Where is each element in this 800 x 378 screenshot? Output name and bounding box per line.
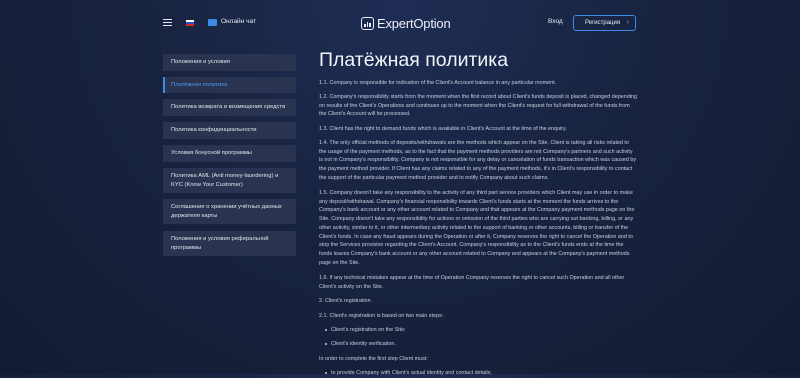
logo-text: ExpertOption <box>377 15 451 31</box>
top-header: Онлайн чат ExpertOption Вход Регистрация… <box>0 0 800 46</box>
menu-icon[interactable] <box>163 19 172 26</box>
list-item: Client's registration on the Site; <box>324 327 406 333</box>
sidebar-item-refund-policy[interactable]: Политика возврата и возмещения средств <box>163 99 296 116</box>
login-link[interactable]: Вход <box>548 18 563 25</box>
paragraph-1-2: 1.2. Company's responsibility starts fro… <box>319 94 637 118</box>
logo-icon <box>361 16 374 30</box>
list-item: to provide Company with Client's actual … <box>325 370 492 376</box>
register-button[interactable]: Регистрация › <box>573 15 636 31</box>
language-flag-icon[interactable] <box>186 20 194 26</box>
paragraph-1-1: 1.1. Company is responsible for indicati… <box>319 80 557 86</box>
list-item: Client's identity verification. <box>325 341 396 347</box>
sidebar-item-terms[interactable]: Положения и условия <box>163 54 296 71</box>
sidebar-item-payment-policy[interactable]: Платёжная политика <box>163 77 296 93</box>
page-title: Платёжная политика <box>319 49 509 71</box>
paragraph-2-1-intro: In order to complete the first step Clie… <box>319 356 428 362</box>
logo[interactable]: ExpertOption <box>361 15 451 31</box>
paragraph-1-3: 1.3. Client has the right to demand fund… <box>319 126 567 132</box>
section-heading-2: 2. Client's registration <box>319 298 371 304</box>
sidebar-item-aml-kyc[interactable]: Политика AML (Anti money-laundering) и K… <box>163 168 296 193</box>
sidebar-item-privacy-policy[interactable]: Политика конфиденциальности <box>163 122 296 139</box>
chevron-right-icon: › <box>626 19 629 26</box>
paragraph-1-5: 1.5. Company doesn't take any responsibi… <box>319 190 635 266</box>
sidebar-item-bonus-terms[interactable]: Условия бонусной программы <box>163 145 296 162</box>
paragraph-1-4: 1.4. The only official methods of deposi… <box>319 140 637 181</box>
online-chat-link[interactable]: Онлайн чат <box>221 18 256 25</box>
paragraph-1-6: 1.6. If any technical mistakes appear at… <box>319 275 625 290</box>
paragraph-2-1: 2.1. Client's registration is based on t… <box>319 313 444 319</box>
chat-icon[interactable] <box>208 19 217 26</box>
sidebar-item-referral-terms[interactable]: Положения и условия реферальной программ… <box>163 231 296 256</box>
register-button-label: Регистрация <box>585 20 621 26</box>
sidebar-item-card-data-agreement[interactable]: Соглашение о хранении учётных данных дер… <box>163 199 296 224</box>
